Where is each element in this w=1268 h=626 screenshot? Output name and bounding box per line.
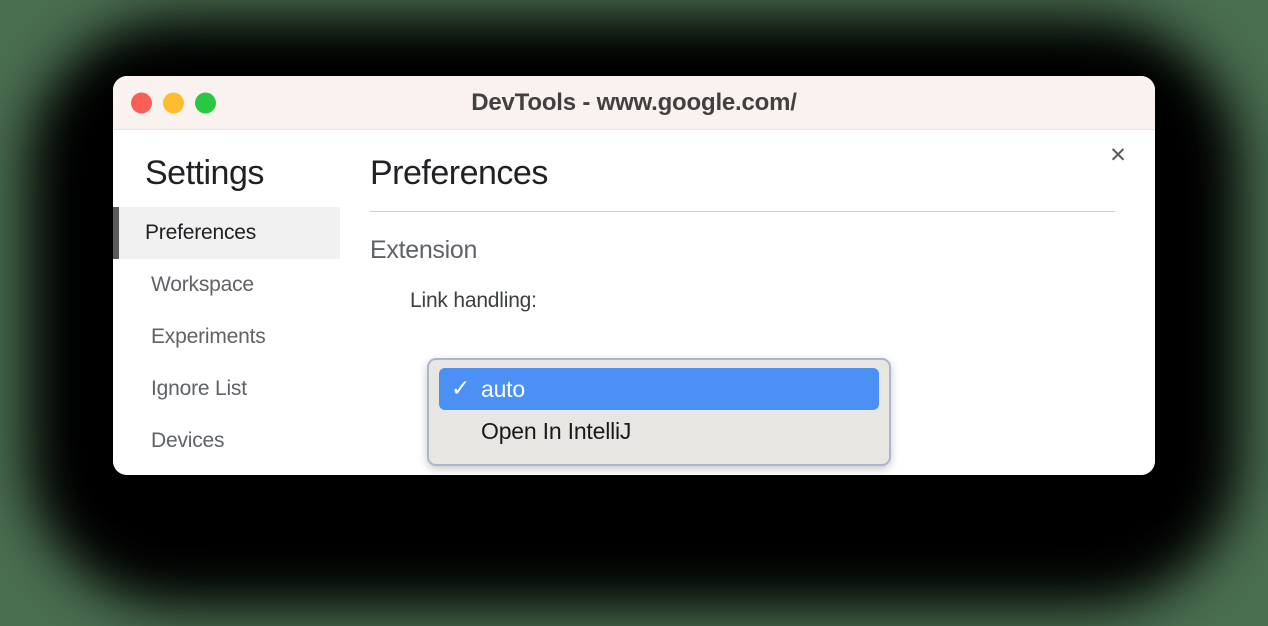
sidebar-item-workspace[interactable]: Workspace [113, 259, 340, 311]
link-handling-select-popup[interactable]: ✓ auto Open In IntelliJ [427, 358, 891, 466]
window-title: DevTools - www.google.com/ [471, 88, 797, 116]
sidebar-item-devices[interactable]: Devices [113, 415, 340, 467]
sidebar-item-label: Workspace [151, 273, 254, 296]
window-minimize-button[interactable] [163, 92, 184, 113]
select-option-label: auto [481, 375, 525, 402]
sidebar-item-ignore-list[interactable]: Ignore List [113, 363, 340, 415]
select-option-label: Open In IntelliJ [481, 417, 632, 444]
section-heading-extension: Extension [370, 236, 478, 264]
title-divider [370, 211, 1115, 212]
sidebar-item-experiments[interactable]: Experiments [113, 311, 340, 363]
sidebar-title: Settings [145, 154, 264, 192]
window-zoom-button[interactable] [195, 92, 216, 113]
settings-sidebar: Settings Preferences Workspace Experimen… [113, 130, 340, 475]
traffic-light-controls [131, 92, 216, 113]
sidebar-item-label: Ignore List [151, 377, 247, 400]
window-title-bar: DevTools - www.google.com/ [113, 76, 1155, 130]
select-option-open-in-intellij[interactable]: Open In IntelliJ [439, 410, 879, 452]
link-handling-label: Link handling: [410, 289, 537, 312]
check-icon: ✓ [451, 376, 471, 402]
sidebar-item-label: Devices [151, 429, 225, 452]
link-handling-field: Link handling: [370, 289, 1119, 313]
sidebar-item-label: Preferences [145, 221, 257, 244]
sidebar-item-label: Experiments [151, 325, 266, 348]
window-close-button[interactable] [131, 92, 152, 113]
page-title: Preferences [370, 154, 548, 192]
sidebar-item-preferences[interactable]: Preferences [113, 207, 340, 259]
select-option-auto[interactable]: ✓ auto [439, 368, 879, 410]
